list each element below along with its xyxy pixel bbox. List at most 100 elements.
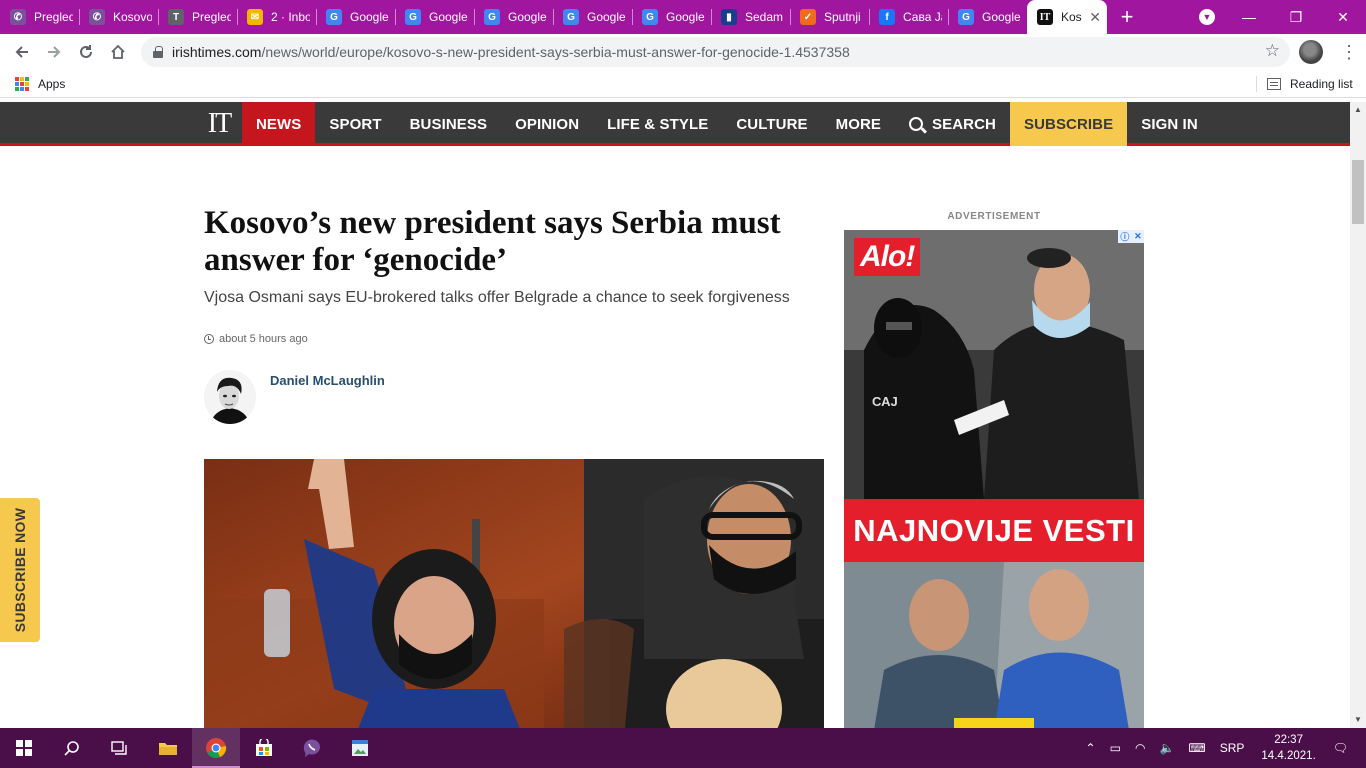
close-icon[interactable]: ✕	[1134, 231, 1142, 242]
browser-tab[interactable]: ▮ Sedam	[711, 0, 790, 34]
back-button[interactable]	[6, 36, 38, 68]
arrow-right-icon	[48, 46, 61, 58]
article-hero-image[interactable]	[204, 459, 824, 728]
scroll-up-icon[interactable]: ▲	[1350, 102, 1366, 118]
google-translate-icon: G	[405, 9, 421, 25]
nav-sign-in[interactable]: SIGN IN	[1127, 102, 1212, 146]
article-timestamp: about 5 hours ago	[204, 333, 308, 345]
reading-list-label: Reading list	[1290, 77, 1353, 91]
nav-business[interactable]: BUSINESS	[396, 102, 502, 146]
article-standfirst: Vjosa Osmani says EU-brokered talks offe…	[204, 289, 790, 306]
search-button[interactable]	[48, 728, 96, 768]
browser-tab[interactable]: G Google	[553, 0, 632, 34]
browser-tab[interactable]: ✆ Pregled	[0, 0, 79, 34]
language-indicator[interactable]: SRP	[1220, 741, 1245, 755]
home-icon	[111, 44, 125, 59]
browser-tab[interactable]: f Сава Ја	[869, 0, 948, 34]
browser-tab[interactable]: G Google	[474, 0, 553, 34]
tab-title: Сава Ја	[903, 10, 942, 24]
facebook-icon: f	[879, 9, 895, 25]
menu-kebab-icon[interactable]: ⋮	[1339, 38, 1359, 66]
nav-culture[interactable]: CULTURE	[722, 102, 821, 146]
restore-button[interactable]: ❐	[1273, 0, 1319, 34]
bookmark-icon: ▮	[721, 9, 737, 25]
photo-app-button[interactable]	[336, 728, 384, 768]
browser-tab[interactable]: ✓ Sputnji	[790, 0, 869, 34]
irish-times-icon: IT	[1037, 9, 1053, 25]
clock-date: 14.4.2021.	[1261, 750, 1316, 762]
browser-tab[interactable]: ✆ Kosovo	[79, 0, 158, 34]
system-tray: ⌃ ▭ ◠ 🔈 ⌨ SRP 22:37 14.4.2021. 🗨	[1079, 728, 1366, 768]
ad-info-icon: ⓘ	[1120, 232, 1130, 242]
reading-list-button[interactable]: Reading list	[1267, 77, 1353, 91]
author-link[interactable]: Daniel McLaughlin	[270, 373, 385, 388]
apps-label: Apps	[38, 77, 66, 91]
advertisement-banner[interactable]: САЈ ⓘ ✕ Alo! NAJNOVIJE VESTI	[844, 230, 1144, 728]
browser-tab-active[interactable]: IT Kos ✕	[1027, 0, 1107, 34]
subscribe-now-tab[interactable]: SUBSCRIBE NOW	[0, 498, 40, 642]
reload-button[interactable]	[70, 36, 102, 68]
browser-tab[interactable]: ✉ 2 · Inbox	[237, 0, 316, 34]
search-icon	[909, 117, 924, 131]
tab-title: Google	[508, 10, 547, 24]
nav-opinion[interactable]: OPINION	[501, 102, 593, 146]
nav-search[interactable]: SEARCH	[895, 102, 1010, 146]
tab-search-button[interactable]: ▼	[1184, 0, 1230, 34]
lock-icon	[153, 46, 163, 58]
address-bar[interactable]: irishtimes.com/news/world/europe/kosovo-…	[141, 37, 1290, 67]
file-explorer-button[interactable]	[144, 728, 192, 768]
chrome-taskbar-button[interactable]	[192, 728, 240, 768]
t-letter-icon: T	[168, 9, 184, 25]
browser-tab[interactable]: G Google	[316, 0, 395, 34]
nav-sport[interactable]: SPORT	[315, 102, 395, 146]
task-view-button[interactable]	[96, 728, 144, 768]
irish-times-logo[interactable]: IT	[196, 102, 242, 146]
battery-icon[interactable]: ▭	[1110, 741, 1121, 755]
nav-life-style[interactable]: LIFE & STYLE	[593, 102, 722, 146]
viber-button[interactable]	[288, 728, 336, 768]
subscribe-now-label: SUBSCRIBE NOW	[12, 507, 28, 633]
windows-taskbar: ⌃ ▭ ◠ 🔈 ⌨ SRP 22:37 14.4.2021. 🗨	[0, 728, 1366, 768]
site-nav-items: IT NEWS SPORT BUSINESS OPINION LIFE & ST…	[196, 102, 1212, 146]
taskbar-clock[interactable]: 22:37 14.4.2021.	[1261, 732, 1315, 764]
page-scrollbar[interactable]: ▲ ▼	[1350, 102, 1366, 728]
browser-tab[interactable]: G Google	[395, 0, 474, 34]
clock-icon	[204, 334, 214, 344]
wifi-icon[interactable]: ◠	[1135, 741, 1145, 755]
google-translate-icon: G	[326, 9, 342, 25]
task-view-icon	[111, 741, 127, 755]
browser-tab[interactable]: T Pregled	[158, 0, 237, 34]
minimize-button[interactable]: —	[1226, 0, 1272, 34]
browser-tab[interactable]: G Google	[632, 0, 711, 34]
tab-title: Pregled	[34, 10, 73, 24]
store-icon	[256, 739, 272, 756]
volume-icon[interactable]: 🔈	[1159, 741, 1174, 755]
ad-choices-badge[interactable]: ⓘ ✕	[1118, 230, 1144, 243]
bookmarks-bar: Apps Reading list	[0, 70, 1366, 98]
reload-icon	[80, 45, 92, 58]
store-button[interactable]	[240, 728, 288, 768]
scroll-down-icon[interactable]: ▼	[1350, 712, 1366, 728]
new-tab-button[interactable]: +	[1107, 0, 1147, 34]
nav-subscribe-button[interactable]: SUBSCRIBE	[1009, 102, 1128, 146]
image-viewer-icon	[352, 740, 368, 756]
start-button[interactable]	[0, 728, 48, 768]
keyboard-icon[interactable]: ⌨	[1188, 741, 1205, 755]
home-button[interactable]	[102, 36, 134, 68]
author-photo[interactable]	[204, 370, 256, 424]
profile-avatar[interactable]	[1299, 40, 1323, 64]
notifications-icon[interactable]: 🗨	[1333, 741, 1348, 755]
viber-icon: ✆	[10, 9, 26, 25]
google-translate-icon: G	[563, 9, 579, 25]
nav-more[interactable]: MORE	[822, 102, 895, 146]
nav-news[interactable]: NEWS	[242, 102, 316, 146]
forward-button[interactable]	[38, 36, 70, 68]
apps-shortcut[interactable]: Apps	[15, 77, 65, 91]
tab-title: Google	[666, 10, 705, 24]
browser-tab[interactable]: G Google	[948, 0, 1027, 34]
close-tab-icon[interactable]: ✕	[1089, 9, 1101, 26]
scrollbar-thumb[interactable]	[1352, 160, 1364, 224]
bookmark-star-icon[interactable]: ☆	[1265, 41, 1280, 61]
close-window-button[interactable]: ✕	[1320, 0, 1366, 34]
chevron-up-icon[interactable]: ⌃	[1086, 741, 1096, 755]
